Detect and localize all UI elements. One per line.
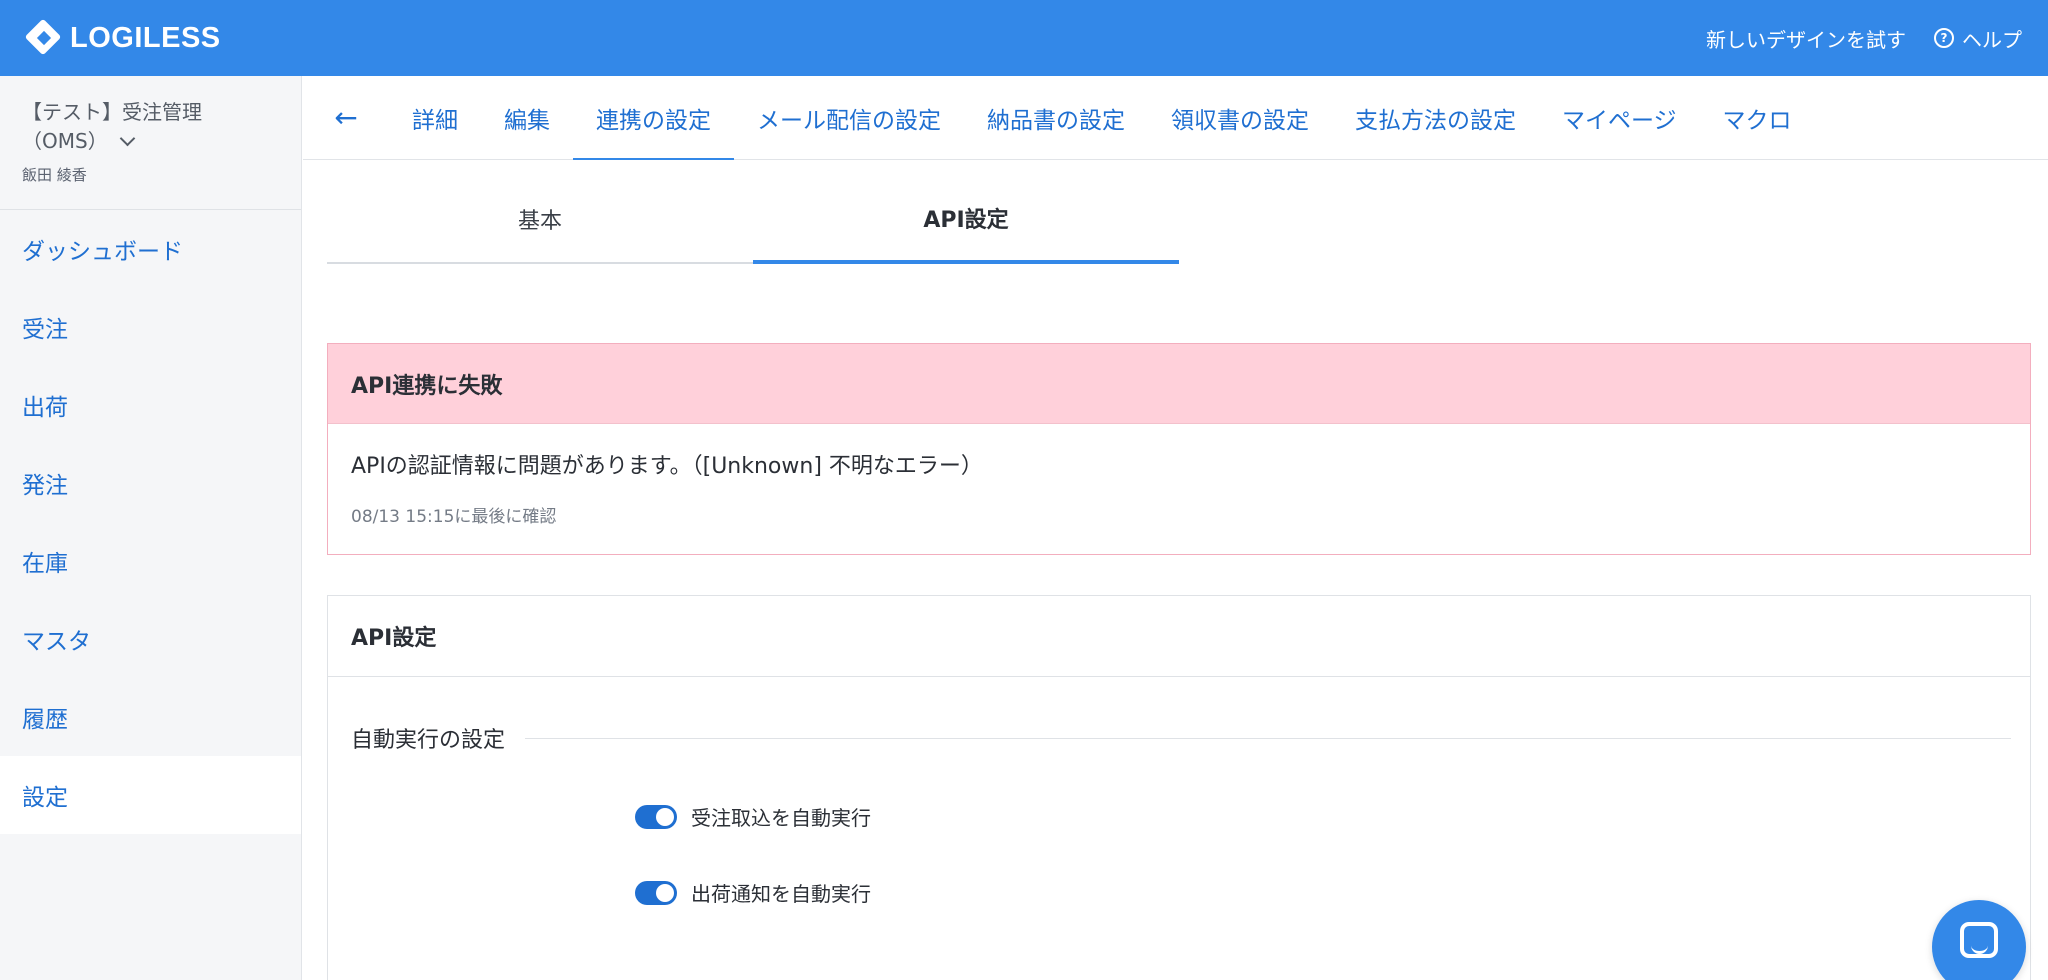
try-new-design-link[interactable]: 新しいデザインを試す [1706, 24, 1906, 53]
org-name-line1: 【テスト】受注管理 [22, 100, 202, 124]
auto-order-import-toggle[interactable] [635, 804, 677, 829]
sidebar-item-shipments[interactable]: 出荷 [0, 366, 301, 444]
sidebar-item-master[interactable]: マスタ [0, 600, 301, 678]
chat-icon [1960, 922, 1998, 958]
subtab-api-settings[interactable]: API設定 [753, 176, 1179, 264]
alert-title: API連携に失敗 [328, 344, 2030, 424]
back-arrow-icon[interactable]: ← [323, 76, 369, 159]
chevron-down-icon [119, 130, 135, 147]
toggle-row-order-import: 受注取込を自動実行 [635, 802, 871, 831]
top-header: LOGILESS 新しいデザインを試す ? ヘルプ [0, 0, 2048, 76]
help-link[interactable]: ? ヘルプ [1934, 24, 2022, 53]
tab-details[interactable]: 詳細 [389, 76, 481, 159]
tab-email-settings[interactable]: メール配信の設定 [734, 76, 964, 159]
section-title: 自動実行の設定 [351, 728, 506, 753]
main-content: ← 詳細 編集 連携の設定 メール配信の設定 納品書の設定 領収書の設定 支払方… [303, 76, 2048, 980]
api-error-alert: API連携に失敗 APIの認証情報に問題があります。（[Unknown] 不明な… [327, 343, 2031, 555]
subtab-basic[interactable]: 基本 [327, 176, 753, 264]
header-actions: 新しいデザインを試す ? ヘルプ [1678, 24, 2022, 53]
card-title: API設定 [328, 596, 2030, 677]
sidebar-item-history[interactable]: 履歴 [0, 678, 301, 756]
auto-run-section-header: 自動実行の設定 [351, 722, 2011, 754]
org-switcher[interactable]: 【テスト】受注管理 （OMS） 飯田 綾香 [0, 76, 301, 210]
tab-receipt-settings[interactable]: 領収書の設定 [1148, 76, 1332, 159]
logo-icon [24, 18, 62, 56]
section-divider [525, 737, 2011, 739]
logo[interactable]: LOGILESS [24, 18, 221, 56]
sidebar-item-dashboard[interactable]: ダッシュボード [0, 210, 301, 288]
user-name: 飯田 綾香 [22, 166, 87, 184]
tab-integration-settings[interactable]: 連携の設定 [573, 76, 734, 160]
help-icon: ? [1934, 28, 1954, 48]
sidebar-item-orders[interactable]: 受注 [0, 288, 301, 366]
org-name-line2: （OMS） [22, 129, 108, 153]
help-label: ヘルプ [1962, 27, 2022, 52]
sidebar-item-settings[interactable]: 設定 [0, 756, 301, 834]
alert-checked-at: 08/13 15:15に最後に確認 [351, 507, 557, 527]
sidebar: 【テスト】受注管理 （OMS） 飯田 綾香 ダッシュボード 受注 出荷 発注 在… [0, 76, 302, 980]
org-name-line2-row: （OMS） [22, 127, 279, 156]
sidebar-item-purchase-orders[interactable]: 発注 [0, 444, 301, 522]
toggle-label: 受注取込を自動実行 [691, 806, 871, 830]
tab-edit[interactable]: 編集 [481, 76, 573, 159]
toggle-label: 出荷通知を自動実行 [691, 882, 871, 906]
api-settings-card: API設定 自動実行の設定 受注取込を自動実行 出荷通知を自動実行 [327, 595, 2031, 980]
sidebar-item-inventory[interactable]: 在庫 [0, 522, 301, 600]
tab-delivery-note-settings[interactable]: 納品書の設定 [964, 76, 1148, 159]
settings-tabs: ← 詳細 編集 連携の設定 メール配信の設定 納品書の設定 領収書の設定 支払方… [303, 76, 2048, 160]
tab-mypage[interactable]: マイページ [1539, 76, 1700, 159]
toggle-row-shipment-notify: 出荷通知を自動実行 [635, 878, 871, 907]
alert-message: APIの認証情報に問題があります。（[Unknown] 不明なエラー） [351, 454, 983, 479]
logo-text: LOGILESS [70, 21, 221, 54]
tab-macro[interactable]: マクロ [1700, 76, 1815, 159]
auto-shipment-notify-toggle[interactable] [635, 880, 677, 905]
tab-payment-settings[interactable]: 支払方法の設定 [1332, 76, 1539, 159]
